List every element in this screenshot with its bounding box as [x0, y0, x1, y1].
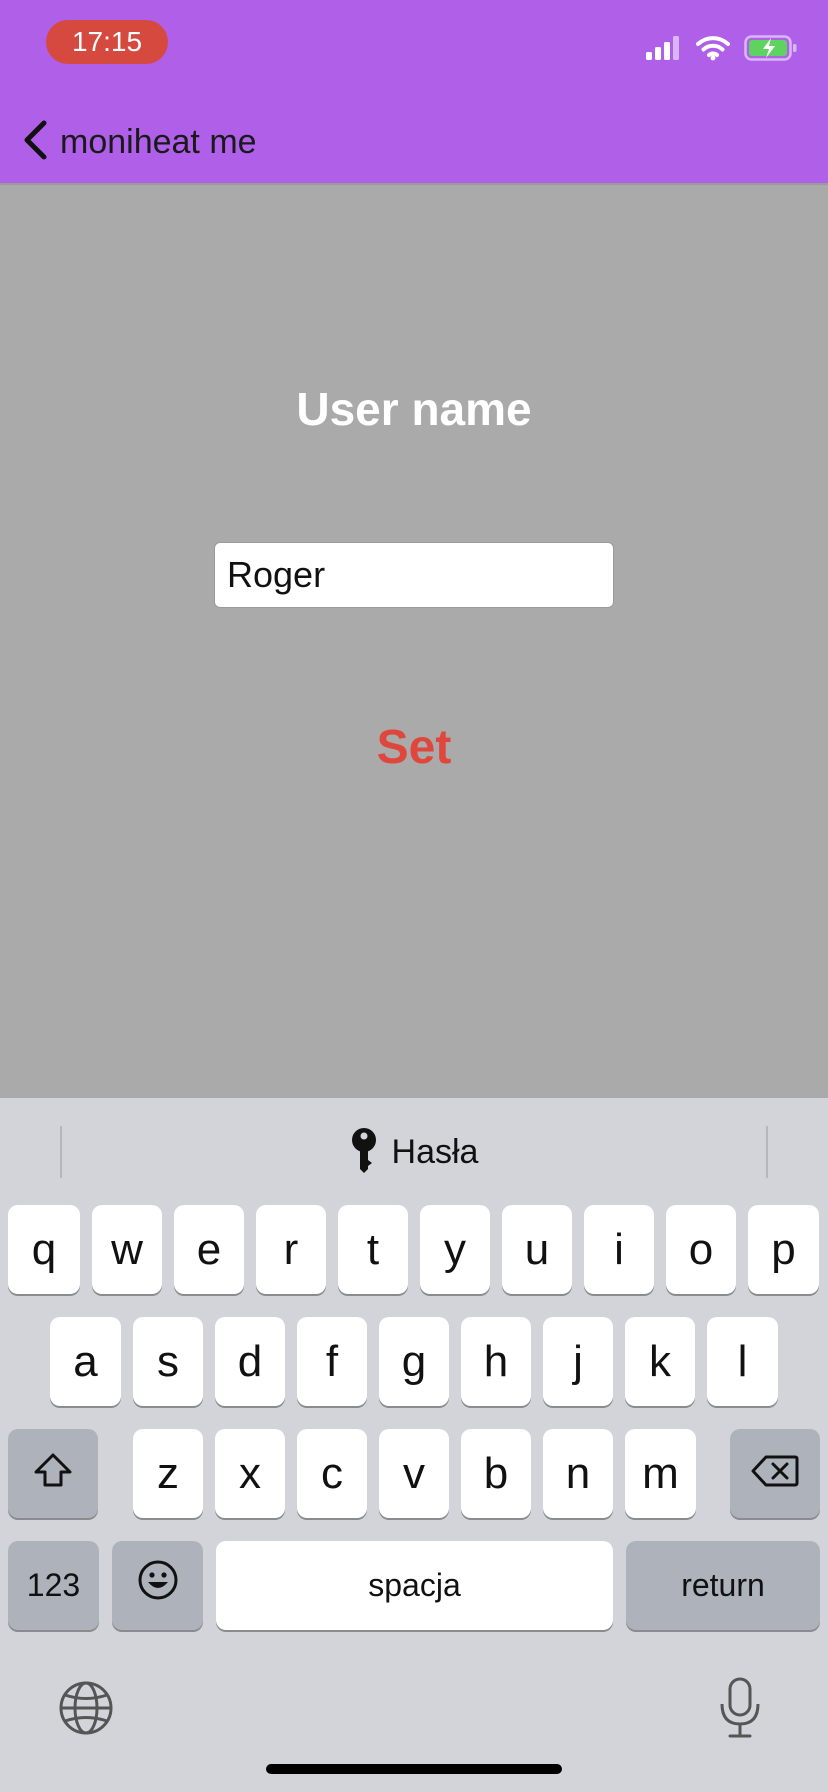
battery-charging-icon [744, 34, 798, 66]
key-i[interactable]: i [584, 1205, 654, 1294]
microphone-icon [718, 1677, 762, 1744]
on-screen-keyboard: Hasła q w e r t y u i o p a s d f g h j … [0, 1098, 828, 1792]
key-t[interactable]: t [338, 1205, 408, 1294]
wifi-icon [696, 35, 730, 66]
key-l[interactable]: l [707, 1317, 778, 1406]
key-x[interactable]: x [215, 1429, 285, 1518]
back-button-label: moniheat me [60, 122, 257, 161]
status-icons [646, 34, 798, 66]
navigation-header: 17:15 moniheat me [0, 0, 828, 183]
numbers-key[interactable]: 123 [8, 1541, 99, 1630]
backspace-icon [751, 1449, 799, 1499]
user-name-heading: User name [296, 383, 532, 435]
shift-key[interactable] [8, 1429, 98, 1518]
key-icon [350, 1127, 378, 1178]
emoji-key[interactable] [112, 1541, 203, 1630]
key-h[interactable]: h [461, 1317, 531, 1406]
status-time: 17:15 [46, 20, 168, 64]
key-p[interactable]: p [748, 1205, 819, 1294]
key-q[interactable]: q [8, 1205, 80, 1294]
key-z[interactable]: z [133, 1429, 203, 1518]
passwords-suggestion[interactable]: Hasła [0, 1126, 828, 1178]
set-button[interactable]: Set [0, 720, 828, 775]
key-c[interactable]: c [297, 1429, 367, 1518]
key-e[interactable]: e [174, 1205, 244, 1294]
key-d[interactable]: d [215, 1317, 285, 1406]
chevron-left-icon [22, 120, 48, 165]
key-n[interactable]: n [543, 1429, 613, 1518]
globe-icon [58, 1681, 114, 1740]
user-name-input[interactable] [214, 542, 614, 608]
key-f[interactable]: f [297, 1317, 367, 1406]
key-y[interactable]: y [420, 1205, 490, 1294]
emoji-icon [137, 1559, 179, 1612]
home-indicator [266, 1764, 562, 1774]
key-a[interactable]: a [50, 1317, 121, 1406]
back-button[interactable]: moniheat me [22, 118, 257, 166]
globe-button[interactable] [58, 1680, 114, 1736]
delete-key[interactable] [730, 1429, 820, 1518]
key-r[interactable]: r [256, 1205, 326, 1294]
keyboard-suggestion-bar: Hasła [0, 1098, 828, 1198]
key-v[interactable]: v [379, 1429, 449, 1518]
return-key[interactable]: return [626, 1541, 820, 1630]
key-g[interactable]: g [379, 1317, 449, 1406]
key-s[interactable]: s [133, 1317, 203, 1406]
key-u[interactable]: u [502, 1205, 572, 1294]
dictation-button[interactable] [718, 1676, 762, 1740]
cellular-signal-icon [646, 35, 682, 65]
key-o[interactable]: o [666, 1205, 736, 1294]
passwords-label: Hasła [391, 1132, 479, 1171]
key-j[interactable]: j [543, 1317, 613, 1406]
key-b[interactable]: b [461, 1429, 531, 1518]
key-k[interactable]: k [625, 1317, 695, 1406]
key-m[interactable]: m [625, 1429, 696, 1518]
header-divider [0, 183, 828, 185]
space-key[interactable]: spacja [216, 1541, 613, 1630]
shift-arrow-icon [33, 1449, 73, 1499]
key-w[interactable]: w [92, 1205, 162, 1294]
